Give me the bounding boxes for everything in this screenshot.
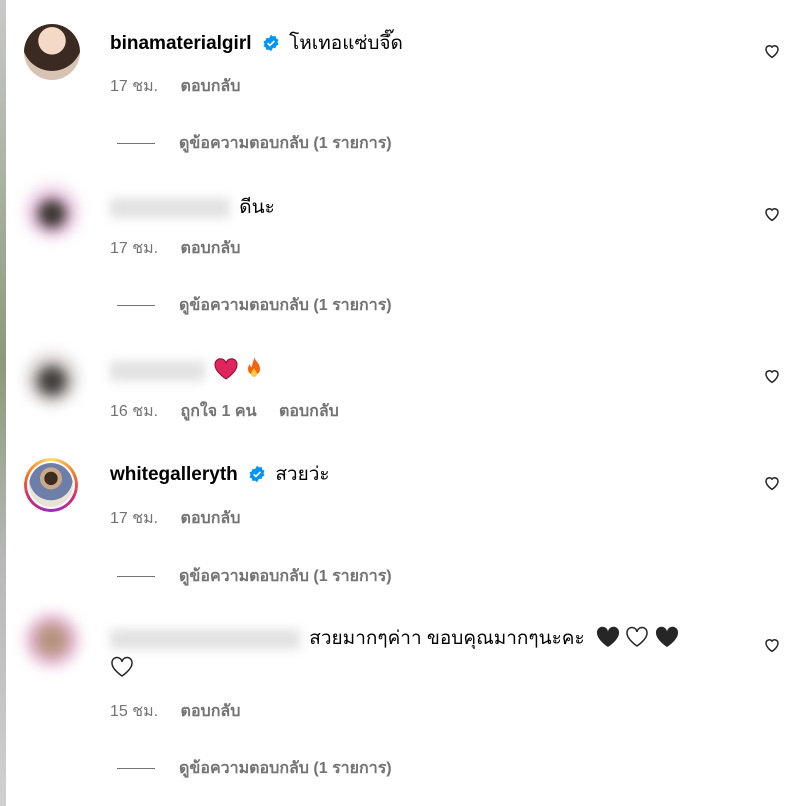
verified-badge-icon (249, 465, 265, 483)
reply-button[interactable]: ตอบกลับ (181, 703, 241, 720)
timestamp[interactable]: 15 ชม. (110, 703, 158, 720)
view-replies-label: ดูข้อความตอบกลับ (1 รายการ) (179, 568, 392, 585)
view-replies-button[interactable]: ดูข้อความตอบกลับ (1 รายการ) (117, 293, 392, 318)
fire-emoji (247, 357, 260, 377)
white-heart-emoji (626, 626, 649, 647)
black-heart-emoji (655, 626, 678, 647)
view-replies-label: ดูข้อความตอบกลับ (1 รายการ) (179, 135, 392, 152)
comment-meta: 17 ชม. ตอบกลับ (110, 74, 258, 99)
comment-body-continued (110, 656, 134, 681)
comment-body: binamaterialgirl โหเทอแซ่บจึ๊ด (110, 32, 403, 56)
like-heart-icon[interactable] (763, 205, 781, 223)
comment-text: ดีนะ (239, 197, 275, 218)
view-replies-button[interactable]: ดูข้อความตอบกลับ (1 รายการ) (117, 131, 392, 156)
comment-meta: 16 ชม. ถูกใจ 1 คน ตอบกลับ (110, 399, 357, 424)
reply-button[interactable]: ตอบกลับ (181, 510, 241, 527)
view-replies-button[interactable]: ดูข้อความตอบกลับ (1 รายการ) (117, 756, 392, 781)
reply-button[interactable]: ตอบกลับ (279, 403, 339, 420)
left-window-edge (0, 0, 6, 806)
view-replies-label: ดูข้อความตอบกลับ (1 รายการ) (179, 297, 392, 314)
blurred-username[interactable] (110, 197, 230, 218)
divider-line (117, 768, 155, 770)
avatar-image (29, 463, 73, 507)
like-heart-icon[interactable] (763, 474, 781, 492)
like-heart-icon[interactable] (763, 636, 781, 654)
timestamp[interactable]: 17 ชม. (110, 78, 158, 95)
avatar[interactable] (24, 350, 80, 406)
timestamp[interactable]: 17 ชม. (110, 510, 158, 527)
blurred-username[interactable] (110, 628, 300, 649)
divider-line (117, 576, 155, 578)
story-ring (24, 458, 78, 512)
comment-text: โหเทอแซ่บจึ๊ด (289, 33, 403, 54)
comment-body: สวยมากๆค่าา ขอบคุณมากๆนะคะ (110, 626, 679, 651)
comment-meta: 17 ชม. ตอบกลับ (110, 506, 258, 531)
black-heart-emoji (596, 626, 620, 647)
comment-text: สวยมากๆค่าา ขอบคุณมากๆนะคะ (309, 628, 585, 649)
avatar[interactable] (24, 458, 78, 512)
comment-meta: 17 ชม. ตอบกลับ (110, 236, 258, 261)
avatar[interactable] (24, 612, 80, 668)
comment-body (110, 356, 264, 383)
avatar[interactable] (24, 183, 80, 239)
blurred-username[interactable] (110, 360, 205, 381)
view-replies-button[interactable]: ดูข้อความตอบกลับ (1 รายการ) (117, 564, 392, 589)
avatar[interactable] (24, 24, 80, 80)
comment-body: whitegalleryth สวยว่ะ (110, 463, 330, 487)
divider-line (117, 143, 155, 145)
username[interactable]: binamaterialgirl (110, 33, 252, 54)
username[interactable]: whitegalleryth (110, 464, 238, 485)
timestamp[interactable]: 17 ชม. (110, 240, 158, 257)
comment-meta: 15 ชม. ตอบกลับ (110, 699, 258, 724)
comment-text: สวยว่ะ (275, 464, 330, 485)
timestamp[interactable]: 16 ชม. (110, 403, 158, 420)
comment-body: ดีนะ (110, 196, 275, 220)
like-heart-icon[interactable] (763, 42, 781, 60)
white-heart-emoji (111, 656, 133, 677)
red-heart-emoji (214, 358, 238, 380)
view-replies-label: ดูข้อความตอบกลับ (1 รายการ) (179, 760, 392, 777)
reply-button[interactable]: ตอบกลับ (181, 78, 241, 95)
verified-badge-icon (263, 34, 279, 52)
divider-line (117, 305, 155, 307)
like-heart-icon[interactable] (763, 367, 781, 385)
reply-button[interactable]: ตอบกลับ (181, 240, 241, 257)
likes-count[interactable]: ถูกใจ 1 คน (181, 403, 257, 420)
